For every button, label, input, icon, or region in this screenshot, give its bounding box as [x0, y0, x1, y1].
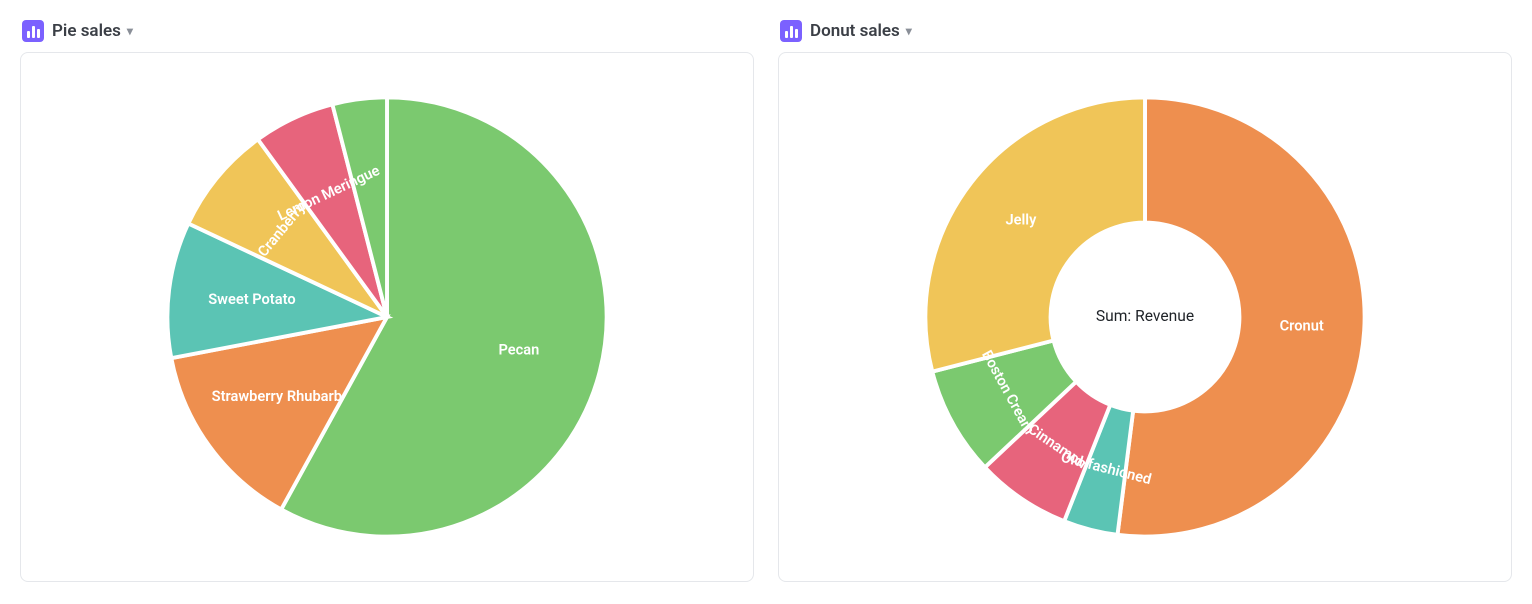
donut-chart: CronutOld-fashionedCinnamonBoston CreamJ…	[885, 73, 1405, 561]
panel-pie-sales: Pie sales ▾ Pecan Strawberry Rhubarb Sweet…	[20, 20, 754, 582]
panel-donut-sales: Donut sales ▾ CronutOld-fashionedCinnamo…	[778, 20, 1512, 582]
donut-center-label: Sum: Revenue	[1096, 307, 1194, 325]
chart-card-pie: PecanStrawberry RhubarbSweet PotatoCranb…	[20, 52, 754, 582]
dashboard-grid: Pie sales ▾ Pecan Strawberry Rhubarb Sweet…	[20, 20, 1512, 582]
bar-chart-icon	[780, 20, 802, 42]
panel-title-pie[interactable]: Pie sales ▾	[52, 21, 133, 41]
slice-label: Sweet Potato	[208, 290, 295, 308]
chart-card-donut: CronutOld-fashionedCinnamonBoston CreamJ…	[778, 52, 1512, 582]
bar-chart-icon	[22, 20, 44, 42]
panel-title-donut[interactable]: Donut sales ▾	[810, 21, 912, 41]
chevron-down-icon: ▾	[127, 24, 133, 38]
slice-label: Strawberry Rhubarb	[212, 387, 342, 405]
pie-slice[interactable]	[925, 97, 1145, 371]
panel-title-label: Pie sales	[52, 21, 121, 41]
chevron-down-icon: ▾	[906, 24, 912, 38]
panel-title-label: Donut sales	[810, 21, 900, 41]
slice-label: Pecan	[498, 341, 539, 359]
slice-label: Cronut	[1280, 317, 1324, 335]
pie-chart: PecanStrawberry RhubarbSweet PotatoCranb…	[127, 73, 647, 561]
slice-label: Jelly	[1005, 211, 1037, 229]
